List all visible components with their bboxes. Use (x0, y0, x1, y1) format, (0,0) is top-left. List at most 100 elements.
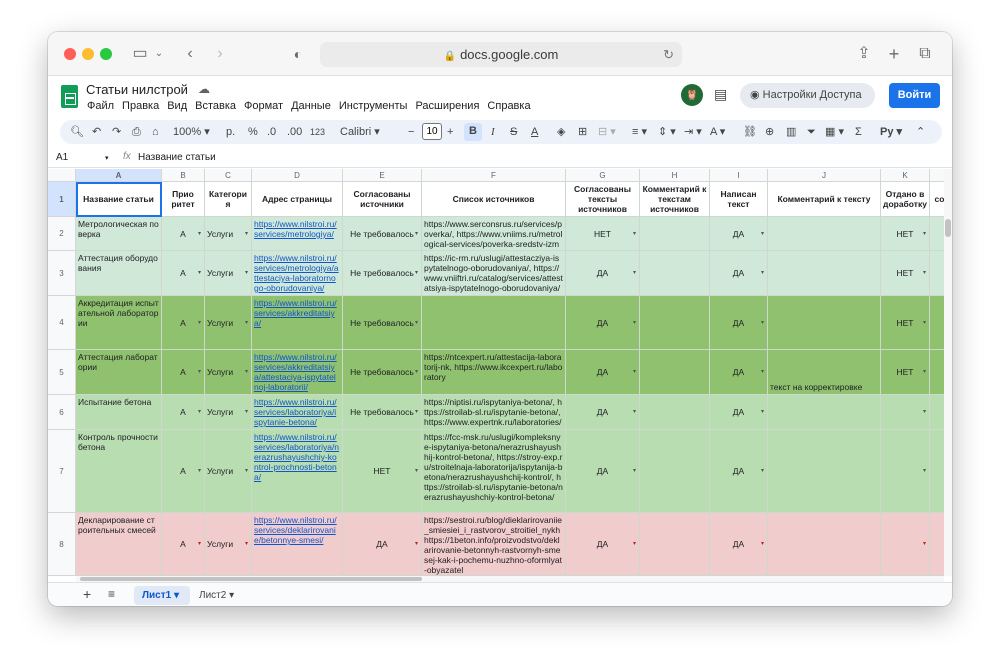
cell-h[interactable] (640, 430, 710, 513)
chevron-down-icon[interactable]: ⌄ (154, 44, 164, 64)
row-header[interactable]: 2 (48, 217, 76, 251)
column-header-a[interactable]: A (76, 169, 162, 182)
align-vertical-icon[interactable]: ⇕ ▾ (658, 124, 676, 140)
cell-f[interactable]: https://ntcexpert.ru/attestacija-laborat… (422, 350, 566, 395)
filter-views-icon[interactable]: ▦ ▾ (825, 124, 844, 140)
dropdown-arrow-icon[interactable]: ▾ (198, 367, 201, 377)
link-icon[interactable]: ⛓ (743, 124, 757, 140)
functions-icon[interactable]: Σ (855, 124, 862, 140)
row-header[interactable]: 3 (48, 251, 76, 296)
dropdown-arrow-icon[interactable]: ▾ (198, 466, 201, 476)
dropdown-arrow-icon[interactable]: ▾ (633, 466, 636, 476)
dropdown-arrow-icon[interactable]: ▾ (415, 539, 418, 549)
sidebar-icon[interactable]: ▭ (130, 44, 150, 64)
cell-l[interactable] (930, 430, 944, 513)
dropdown-arrow-icon[interactable]: ▾ (923, 466, 926, 476)
sheets-logo-icon[interactable] (61, 85, 78, 108)
row-header[interactable]: 4 (48, 296, 76, 350)
menu-format[interactable]: Формат (244, 100, 283, 112)
cell-d-value[interactable]: https://www.nilstroi.ru/services/laborat… (254, 432, 339, 482)
currency-format-button[interactable]: р. (226, 124, 235, 140)
dropdown-arrow-icon[interactable]: ▾ (415, 318, 418, 328)
borders-icon[interactable]: ⊞ (578, 124, 587, 140)
cell-c[interactable]: Услуги ▾ (205, 513, 252, 576)
header-cell-e[interactable]: Согласованы источники (343, 182, 422, 217)
header-cell-c[interactable]: Категори я (205, 182, 252, 217)
header-cell-i[interactable]: Написан текст (710, 182, 768, 217)
cell-i[interactable]: ДА ▾ (710, 430, 768, 513)
dropdown-arrow-icon[interactable]: ▾ (633, 268, 636, 278)
dropdown-arrow-icon[interactable]: ▾ (245, 367, 248, 377)
dropdown-arrow-icon[interactable]: ▾ (245, 318, 248, 328)
cell-i[interactable]: ДА ▾ (710, 395, 768, 430)
dropdown-arrow-icon[interactable]: ▾ (633, 318, 636, 328)
cell-c[interactable]: Услуги ▾ (205, 430, 252, 513)
menu-extensions[interactable]: Расширения (415, 100, 479, 112)
column-header-l[interactable] (930, 169, 944, 182)
access-settings-button[interactable]: ◉ Настройки Доступа (740, 83, 875, 108)
vertical-scrollbar[interactable] (944, 169, 952, 576)
cell-f[interactable]: https://www.serconsrus.ru/services/pover… (422, 217, 566, 251)
column-header-i[interactable]: I (710, 169, 768, 182)
cell-a[interactable]: Аттестация лаборатории (76, 350, 162, 395)
dropdown-arrow-icon[interactable]: ▾ (633, 539, 636, 549)
cell-d-value[interactable]: https://www.nilstroi.ru/services/akkredi… (254, 298, 337, 328)
cell-k[interactable]: НЕТ ▾ (881, 296, 930, 350)
header-cell-b[interactable]: Приo ритет (162, 182, 205, 217)
cell-d-value[interactable]: https://www.nilstroi.ru/services/metrolo… (254, 253, 339, 293)
bold-icon[interactable]: B (464, 123, 482, 141)
cell-f[interactable] (422, 296, 566, 350)
paint-format-icon[interactable]: ⌂ (152, 124, 159, 140)
cell-c[interactable]: Услуги ▾ (205, 217, 252, 251)
cell-d[interactable]: https://www.nilstroi.ru/services/metrolo… (252, 217, 343, 251)
reload-icon[interactable]: ↻ (663, 42, 674, 67)
all-sheets-icon[interactable]: ≡ (108, 587, 115, 601)
cell-a[interactable]: Декларирование строительных смесей (76, 513, 162, 576)
zoom-window-button[interactable] (100, 48, 112, 60)
cell-d[interactable]: https://www.nilstroi.ru/services/laborat… (252, 430, 343, 513)
cell-e[interactable]: Не требовалось ▾ (343, 217, 422, 251)
cell-a[interactable]: Аттестация оборудования (76, 251, 162, 296)
cell-a[interactable]: Испытание бетона (76, 395, 162, 430)
cell-l[interactable] (930, 217, 944, 251)
column-header-h[interactable]: H (640, 169, 710, 182)
minimize-window-button[interactable] (82, 48, 94, 60)
row-header[interactable]: 1 (48, 182, 76, 217)
cell-f[interactable]: https://fcc-msk.ru/uslugi/kompleksnye-is… (422, 430, 566, 513)
filter-icon[interactable]: ⏷ (807, 124, 816, 140)
cell-l[interactable] (930, 513, 944, 576)
dropdown-arrow-icon[interactable]: ▾ (761, 229, 764, 239)
select-all-corner[interactable] (48, 169, 76, 182)
cell-a[interactable]: Метрологическая поверка (76, 217, 162, 251)
menu-view[interactable]: Вид (167, 100, 187, 112)
cell-b[interactable]: А ▾ (162, 513, 205, 576)
cell-d-value[interactable]: https://www.nilstroi.ru/services/metrolo… (254, 219, 337, 239)
collapse-toolbar-icon[interactable]: ⌃ (916, 124, 925, 140)
cell-l[interactable] (930, 296, 944, 350)
cell-e[interactable]: Не требовалось ▾ (343, 251, 422, 296)
font-select[interactable]: Calibri ▾ (340, 124, 380, 140)
number-format-button[interactable]: 123 (310, 124, 325, 140)
cell-g[interactable]: ДА ▾ (566, 296, 640, 350)
text-color-icon[interactable]: A (531, 124, 538, 140)
cell-d[interactable]: https://www.nilstroi.ru/services/deklari… (252, 513, 343, 576)
formula-input[interactable]: Название статьи (138, 152, 216, 163)
add-sheet-icon[interactable]: + (83, 586, 91, 602)
cell-i[interactable]: ДА ▾ (710, 217, 768, 251)
dropdown-arrow-icon[interactable]: ▾ (923, 539, 926, 549)
menu-help[interactable]: Справка (487, 100, 530, 112)
dropdown-arrow-icon[interactable]: ▾ (415, 407, 418, 417)
column-header-g[interactable]: G (566, 169, 640, 182)
cell-b[interactable]: А ▾ (162, 217, 205, 251)
column-header-f[interactable]: F (422, 169, 566, 182)
address-bar[interactable]: 🔒 docs.google.com ↻ (320, 42, 682, 67)
user-avatar[interactable]: 🦉 (681, 84, 703, 106)
cell-k[interactable]: НЕТ ▾ (881, 217, 930, 251)
header-cell-f[interactable]: Список источников (422, 182, 566, 217)
header-cell-j[interactable]: Комментарий к тексту (768, 182, 881, 217)
document-title[interactable]: Статьи нилстрой (86, 82, 188, 97)
comments-icon[interactable]: ▤ (714, 86, 727, 103)
shield-icon[interactable]: ◐ (290, 44, 306, 64)
zoom-select[interactable]: 100% ▾ (173, 124, 210, 140)
cell-h[interactable] (640, 296, 710, 350)
